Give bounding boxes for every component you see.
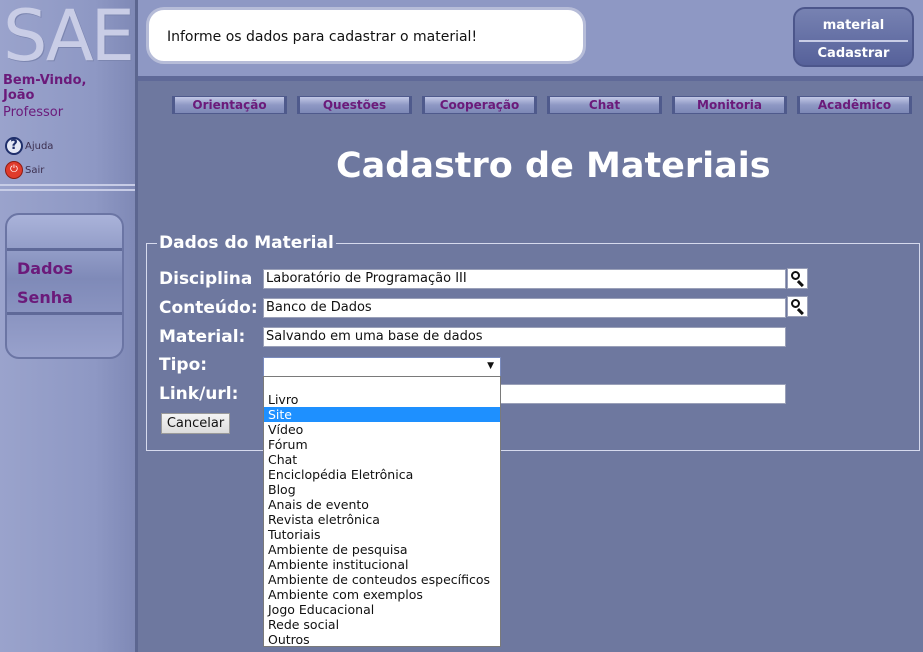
user-menu-panel: Dados Senha (5, 213, 124, 359)
material-label: Material: (159, 327, 246, 347)
dropdown-option[interactable]: Blog (264, 482, 500, 497)
divider (0, 184, 135, 186)
sidebar: SAE Bem-Vindo, João Professor ? Ajuda ⏻ … (0, 0, 138, 652)
instruction-message: Informe os dados para cadastrar o materi… (146, 7, 586, 64)
conteudo-label: Conteúdo: (159, 298, 258, 318)
dropdown-option[interactable]: Ambiente de conteudos específicos (264, 572, 500, 587)
dropdown-option-selected[interactable]: Site (264, 407, 500, 422)
dropdown-option[interactable]: Vídeo (264, 422, 500, 437)
nav-orientacao[interactable]: Orientação (172, 96, 287, 114)
dropdown-option[interactable]: Enciclopédia Eletrônica (264, 467, 500, 482)
search-icon-handle (796, 280, 804, 288)
form-legend: Dados do Material (159, 233, 334, 253)
conteudo-field[interactable]: Banco de Dados (263, 298, 786, 318)
dropdown-option[interactable]: Outros (264, 632, 500, 647)
dropdown-option[interactable]: Ambiente institucional (264, 557, 500, 572)
badge-section: material (822, 18, 885, 33)
search-icon (791, 271, 800, 280)
cancel-button[interactable]: Cancelar (161, 413, 230, 434)
chevron-down-icon: ▼ (487, 361, 494, 371)
nav-monitoria[interactable]: Monitoria (672, 96, 787, 114)
dropdown-option[interactable]: Revista eletrônica (264, 512, 500, 527)
help-link[interactable]: ? Ajuda (5, 137, 53, 155)
dropdown-option[interactable]: Ambiente de pesquisa (264, 542, 500, 557)
tipo-select[interactable]: ▼ (263, 357, 501, 377)
dropdown-option[interactable]: Fórum (264, 437, 500, 452)
dropdown-option[interactable]: Chat (264, 452, 500, 467)
welcome-text: Bem-Vindo, João (3, 73, 86, 103)
conteudo-search-button[interactable] (787, 296, 808, 317)
exit-link[interactable]: ⏻ Sair (5, 161, 44, 179)
badge-divider (799, 40, 908, 42)
dropdown-option[interactable]: Livro (264, 392, 500, 407)
dropdown-option[interactable]: Ambiente com exemplos (264, 587, 500, 602)
header-divider (138, 76, 923, 81)
exit-label: Sair (25, 164, 45, 176)
nav-questoes[interactable]: Questões (297, 96, 412, 114)
divider (0, 189, 135, 191)
tipo-dropdown-list: Livro Site Vídeo Fórum Chat Enciclopédia… (263, 376, 501, 647)
divider (7, 312, 122, 315)
user-role: Professor (3, 105, 64, 120)
disciplina-field[interactable]: Laboratório de Programação III (263, 269, 786, 289)
disciplina-label: Disciplina (159, 269, 253, 289)
dropdown-option[interactable]: Tutoriais (264, 527, 500, 542)
menu-item-dados[interactable]: Dados (17, 259, 73, 278)
link-label: Link/url: (159, 384, 239, 404)
page-title: Cadastro de Materiais (336, 146, 771, 186)
divider (7, 248, 122, 251)
nav-cooperacao[interactable]: Cooperação (422, 96, 537, 114)
welcome-line: Bem-Vindo, (3, 73, 87, 88)
nav-chat[interactable]: Chat (547, 96, 662, 114)
material-field[interactable]: Salvando em uma base de dados (263, 327, 786, 347)
disciplina-search-button[interactable] (787, 268, 808, 289)
menu-item-senha[interactable]: Senha (17, 288, 73, 307)
dropdown-option[interactable]: Jogo Educacional (264, 602, 500, 617)
power-icon: ⏻ (5, 161, 23, 179)
nav-academico[interactable]: Acadêmico (797, 96, 912, 114)
dropdown-option[interactable] (264, 377, 500, 392)
badge-action: Cadastrar (817, 46, 890, 61)
dropdown-option[interactable]: Anais de evento (264, 497, 500, 512)
dropdown-option[interactable]: Rede social (264, 617, 500, 632)
user-name: João (3, 88, 35, 103)
search-icon-handle (796, 308, 804, 316)
search-icon (791, 299, 800, 308)
app-logo: SAE (3, 0, 135, 77)
help-label: Ajuda (25, 140, 54, 152)
question-icon: ? (5, 137, 23, 155)
context-badge: material Cadastrar (793, 7, 914, 67)
tipo-label: Tipo: (159, 355, 208, 375)
